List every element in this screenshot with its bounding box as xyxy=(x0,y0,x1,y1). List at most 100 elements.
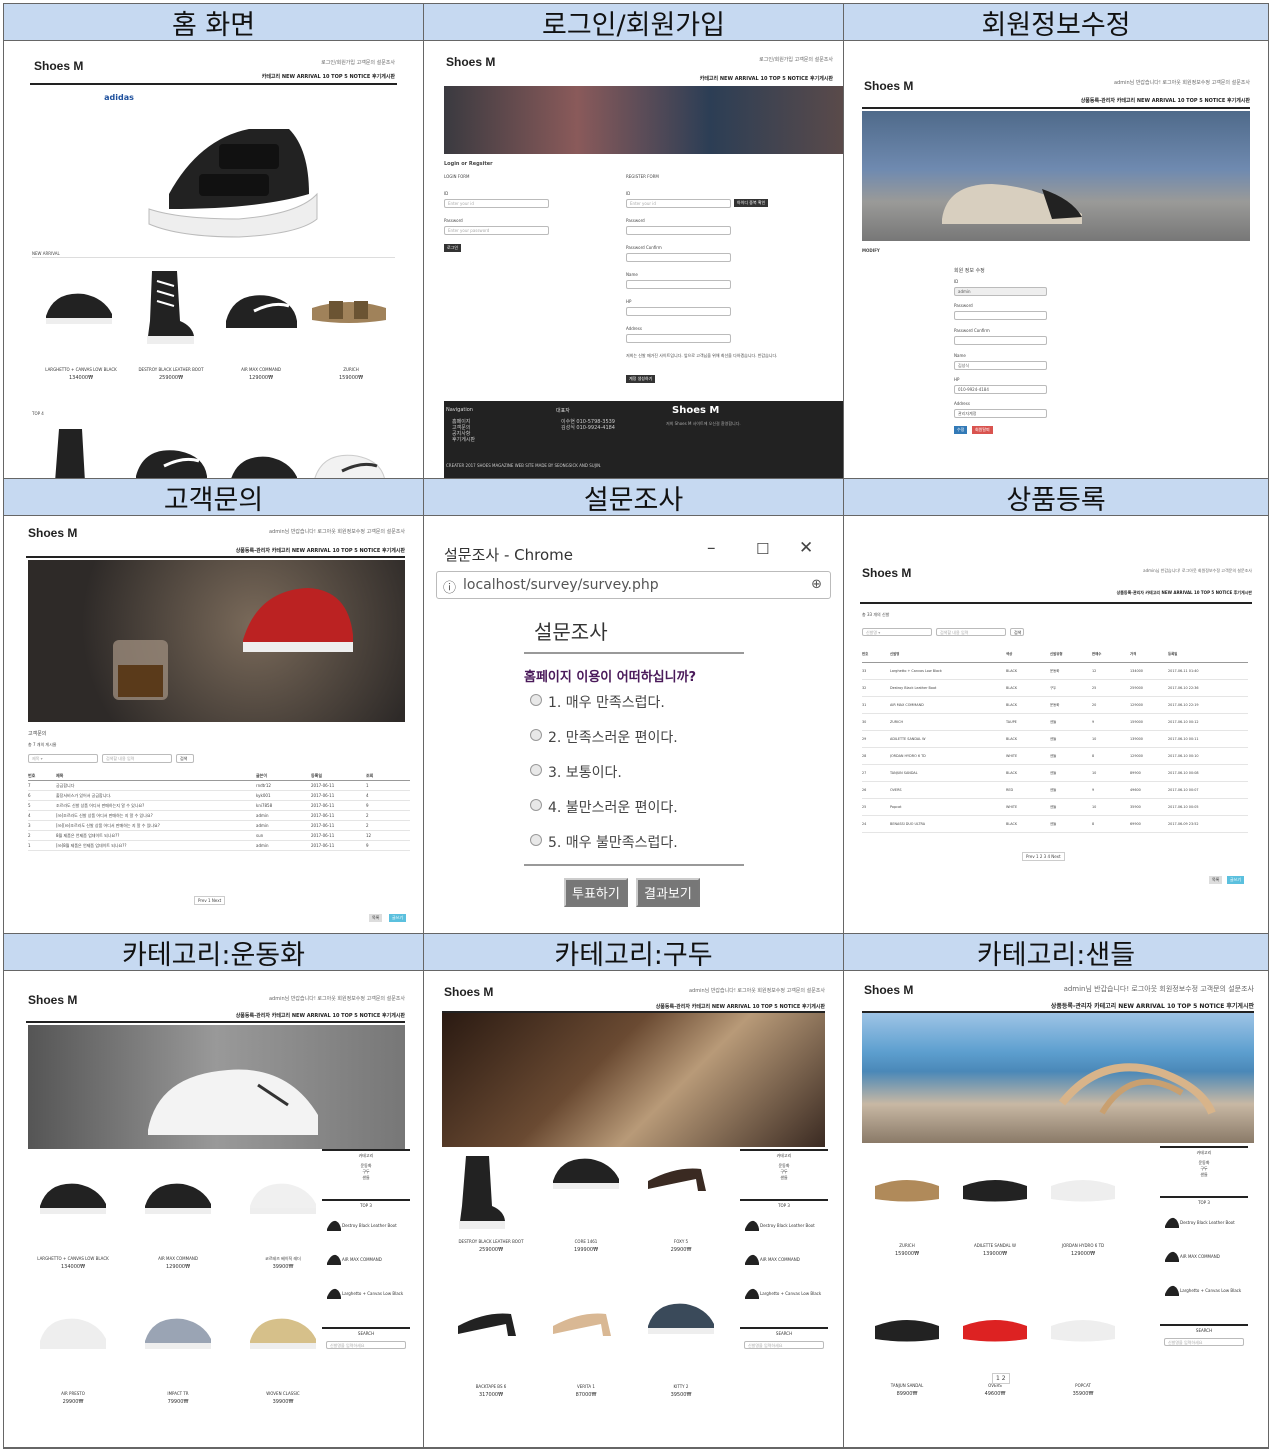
table-cell[interactable]: OVERS xyxy=(890,782,1006,798)
top3-thumbnail[interactable] xyxy=(744,1285,760,1304)
top-links[interactable]: admin님 반갑습니다! 로그아웃 회원정보수정 고객문의 설문조사 xyxy=(689,987,825,994)
table-cell[interactable]: 궁금합니다 xyxy=(56,781,256,790)
result-button[interactable]: 결과보기 xyxy=(636,878,700,907)
minimize-icon[interactable]: – xyxy=(707,538,716,558)
table-row[interactable]: 31 AIR MAX COMMAND BLACK 운동화 20 129000 2017-06… xyxy=(862,697,1248,714)
table-cell[interactable]: 8월 제품은 언제쯤 업데이트 되나요?? xyxy=(56,831,256,840)
top-links[interactable]: admin님 반갑습니다! 로그아웃 회원정보수정 고객문의 설문조사 xyxy=(1114,79,1250,86)
sidebar-category-items[interactable]: 운동화 구두 샌들 xyxy=(1160,1160,1248,1178)
product-name[interactable]: AIR PRESTO xyxy=(28,1391,118,1396)
top-links[interactable]: 로그인/회원가입 고객문의 설문조사 xyxy=(321,59,395,66)
table-cell[interactable]: 출장서비스가 있어서 궁금합니다. xyxy=(56,791,256,800)
product-image[interactable] xyxy=(551,1151,621,1195)
radio-button[interactable] xyxy=(530,729,542,741)
vote-button[interactable]: 투표하기 xyxy=(564,878,628,907)
table-row[interactable]: 1 [re]8월 제품은 언제쯤 업데이트 되나요?? admin 2017-06-1… xyxy=(28,841,410,851)
main-nav[interactable]: 상품등록-관리자 카테고리 NEW ARRIVAL 10 TOP 5 NOTIC… xyxy=(1081,97,1250,104)
list-button[interactable]: 목록 xyxy=(1209,876,1223,884)
register-password-input[interactable] xyxy=(626,226,731,235)
product-name[interactable]: TANJUN SANDAL xyxy=(862,1383,952,1388)
table-row[interactable]: 24 BENASSI DUO ULTRA BLACK 샌들 8 69900 2017-06-… xyxy=(862,816,1248,833)
top3-thumbnail[interactable] xyxy=(326,1217,342,1236)
product-name[interactable]: JORDAN HYDRO 6 TD xyxy=(1038,1243,1128,1248)
hp-input[interactable] xyxy=(626,307,731,316)
product-name[interactable]: VERITA 1 xyxy=(541,1384,631,1389)
product-name[interactable]: ZURICH xyxy=(306,367,396,372)
radio-button[interactable] xyxy=(530,834,542,846)
top3-thumbnail[interactable] xyxy=(326,1285,342,1304)
sidebar-top3-item[interactable]: Destroy Black Leather Boot xyxy=(342,1223,408,1228)
table-cell[interactable]: Larghetto + Canvas Low Black xyxy=(890,663,1006,679)
product-name[interactable]: LARGHETTO + CANVAS LOW BLACK xyxy=(36,367,126,372)
main-nav[interactable]: 카테고리 NEW ARRIVAL 10 TOP 5 NOTICE 후기게시판 xyxy=(262,73,395,80)
table-row[interactable]: 25 Popcat WHITE 샌들 10 35900 2017-06-10 00:05 xyxy=(862,799,1248,816)
sidebar-top3-item[interactable]: AIR MAX COMMAND xyxy=(760,1257,826,1262)
product-name[interactable]: ZURICH xyxy=(862,1243,952,1248)
pager[interactable]: Prev 1 Next xyxy=(194,896,226,905)
maximize-icon[interactable]: ☐ xyxy=(756,540,769,558)
pw-confirm-input[interactable] xyxy=(626,253,731,262)
address-bar[interactable]: ⓘ localhost/survey/survey.php ⊕ xyxy=(436,571,831,599)
product-image[interactable] xyxy=(872,1171,942,1210)
table-row[interactable]: 6 출장서비스가 있어서 궁금합니다. kyk001 2017-06-11 4 xyxy=(28,791,410,801)
table-cell[interactable]: 조르라도 신발 상품 어디서 판매하는지 알 수 있나요? xyxy=(56,801,256,810)
check-id-button[interactable]: 아이디 중복 확인 xyxy=(734,199,769,207)
address-input[interactable]: 관리자계정 xyxy=(954,409,1047,418)
product-image[interactable] xyxy=(248,1176,318,1220)
table-cell[interactable]: [re]8월 제품은 언제쯤 업데이트 되나요?? xyxy=(56,841,256,850)
table-cell[interactable]: BENASSI DUO ULTRA xyxy=(890,816,1006,832)
product-image[interactable] xyxy=(38,1176,108,1220)
product-name[interactable]: WOVEN CLASSIC xyxy=(238,1391,328,1396)
sidebar-search-input[interactable]: 신발명을 입력하세요 xyxy=(744,1341,824,1349)
table-row[interactable]: 28 JORDAN HYDRO 6 TD WHITE 샌들 8 129000 2017-06… xyxy=(862,748,1248,765)
table-row[interactable]: 33 Larghetto + Canvas Low Black BLACK 운동화 12… xyxy=(862,663,1248,680)
top3-thumbnail[interactable] xyxy=(744,1251,760,1270)
sidebar-top3-item[interactable]: Destroy Black Leather Boot xyxy=(760,1223,826,1228)
search-button[interactable]: 검색 xyxy=(176,754,194,763)
search-type-select[interactable]: 신발명 ▾ xyxy=(862,628,932,636)
sidebar-top3-item[interactable]: Larghetto + Canvas Low Black xyxy=(1180,1288,1246,1293)
close-icon[interactable]: ✕ xyxy=(799,538,813,558)
hp-input[interactable]: 010-9924-4184 xyxy=(954,385,1047,394)
pw-confirm-input[interactable] xyxy=(954,336,1047,345)
pager[interactable]: 1 2 xyxy=(992,1373,1010,1384)
login-id-input[interactable]: Enter your id xyxy=(444,199,549,208)
zoom-icon[interactable]: ⊕ xyxy=(811,577,822,592)
main-nav[interactable]: 상품등록-관리자 카테고리 NEW ARRIVAL 10 TOP 5 NOTIC… xyxy=(236,547,405,554)
top-links[interactable]: admin님 반갑습니다! 로그아웃 회원정보수정 고객문의 설문조사 xyxy=(269,995,405,1002)
main-nav[interactable]: 카테고리 NEW ARRIVAL 10 TOP 5 NOTICE 후기게시판 xyxy=(700,75,833,82)
product-image[interactable] xyxy=(646,1296,716,1340)
withdraw-button[interactable]: 회원탈퇴 xyxy=(972,426,993,434)
table-cell[interactable]: Destroy Black Leather Boot xyxy=(890,680,1006,696)
radio-button[interactable] xyxy=(530,764,542,776)
footer-links[interactable]: 홈페이지 고객문의 공지사항 후기게시판 xyxy=(452,419,475,443)
product-name[interactable]: FOXY 5 xyxy=(636,1239,726,1244)
table-cell[interactable]: ADILETTE SANDAL W xyxy=(890,731,1006,747)
product-name[interactable]: 코르테즈 베이직 레더 xyxy=(238,1256,328,1262)
top3-thumbnail[interactable] xyxy=(326,1251,342,1270)
table-cell[interactable]: JORDAN HYDRO 6 TD xyxy=(890,748,1006,764)
write-button[interactable]: 글쓰기 xyxy=(1227,876,1245,884)
table-row[interactable]: 26 OVERS RED 샌들 9 49600 2017-06-10 00:07 xyxy=(862,782,1248,799)
table-row[interactable]: 2 8월 제품은 언제쯤 업데이트 되나요?? sun 2017-06-11 12 xyxy=(28,831,410,841)
table-row[interactable]: 4 [re]조르라도 신발 상품 어디서 판매하는 지 알 수 있나요? admin… xyxy=(28,811,410,821)
product-name[interactable]: CORE 1461 xyxy=(541,1239,631,1244)
table-cell[interactable]: AIR MAX COMMAND xyxy=(890,697,1006,713)
name-input[interactable] xyxy=(626,280,731,289)
sidebar-top3-item[interactable]: Larghetto + Canvas Low Black xyxy=(342,1291,408,1296)
product-name[interactable]: BACKTAPE BS 6 xyxy=(446,1384,536,1389)
name-input[interactable]: 김성식 xyxy=(954,361,1047,370)
address-input[interactable] xyxy=(626,334,731,343)
main-nav[interactable]: 상품등록-관리자 카테고리 NEW ARRIVAL 10 TOP 5 NOTIC… xyxy=(656,1003,825,1010)
search-button[interactable]: 검색 xyxy=(1010,628,1024,636)
product-image[interactable] xyxy=(1048,1311,1118,1350)
main-nav[interactable]: 상품등록-관리자 카테고리 NEW ARRIVAL 10 TOP 5 NOTIC… xyxy=(1051,1001,1254,1010)
table-row[interactable]: 27 TANJUN SANDAL BLACK 샌들 10 89900 2017-06-10 … xyxy=(862,765,1248,782)
product-image[interactable] xyxy=(248,1311,318,1355)
table-cell[interactable]: [re][re]조르라도 신발 상품 어디서 판매하는 지 알 수 있나요? xyxy=(56,821,256,830)
password-input[interactable] xyxy=(954,311,1047,320)
sidebar-top3-item[interactable]: AIR MAX COMMAND xyxy=(342,1257,408,1262)
search-input[interactable]: 검색할 내용 입력 xyxy=(936,628,1006,636)
product-image[interactable] xyxy=(960,1171,1030,1210)
top3-thumbnail[interactable] xyxy=(1164,1214,1180,1233)
